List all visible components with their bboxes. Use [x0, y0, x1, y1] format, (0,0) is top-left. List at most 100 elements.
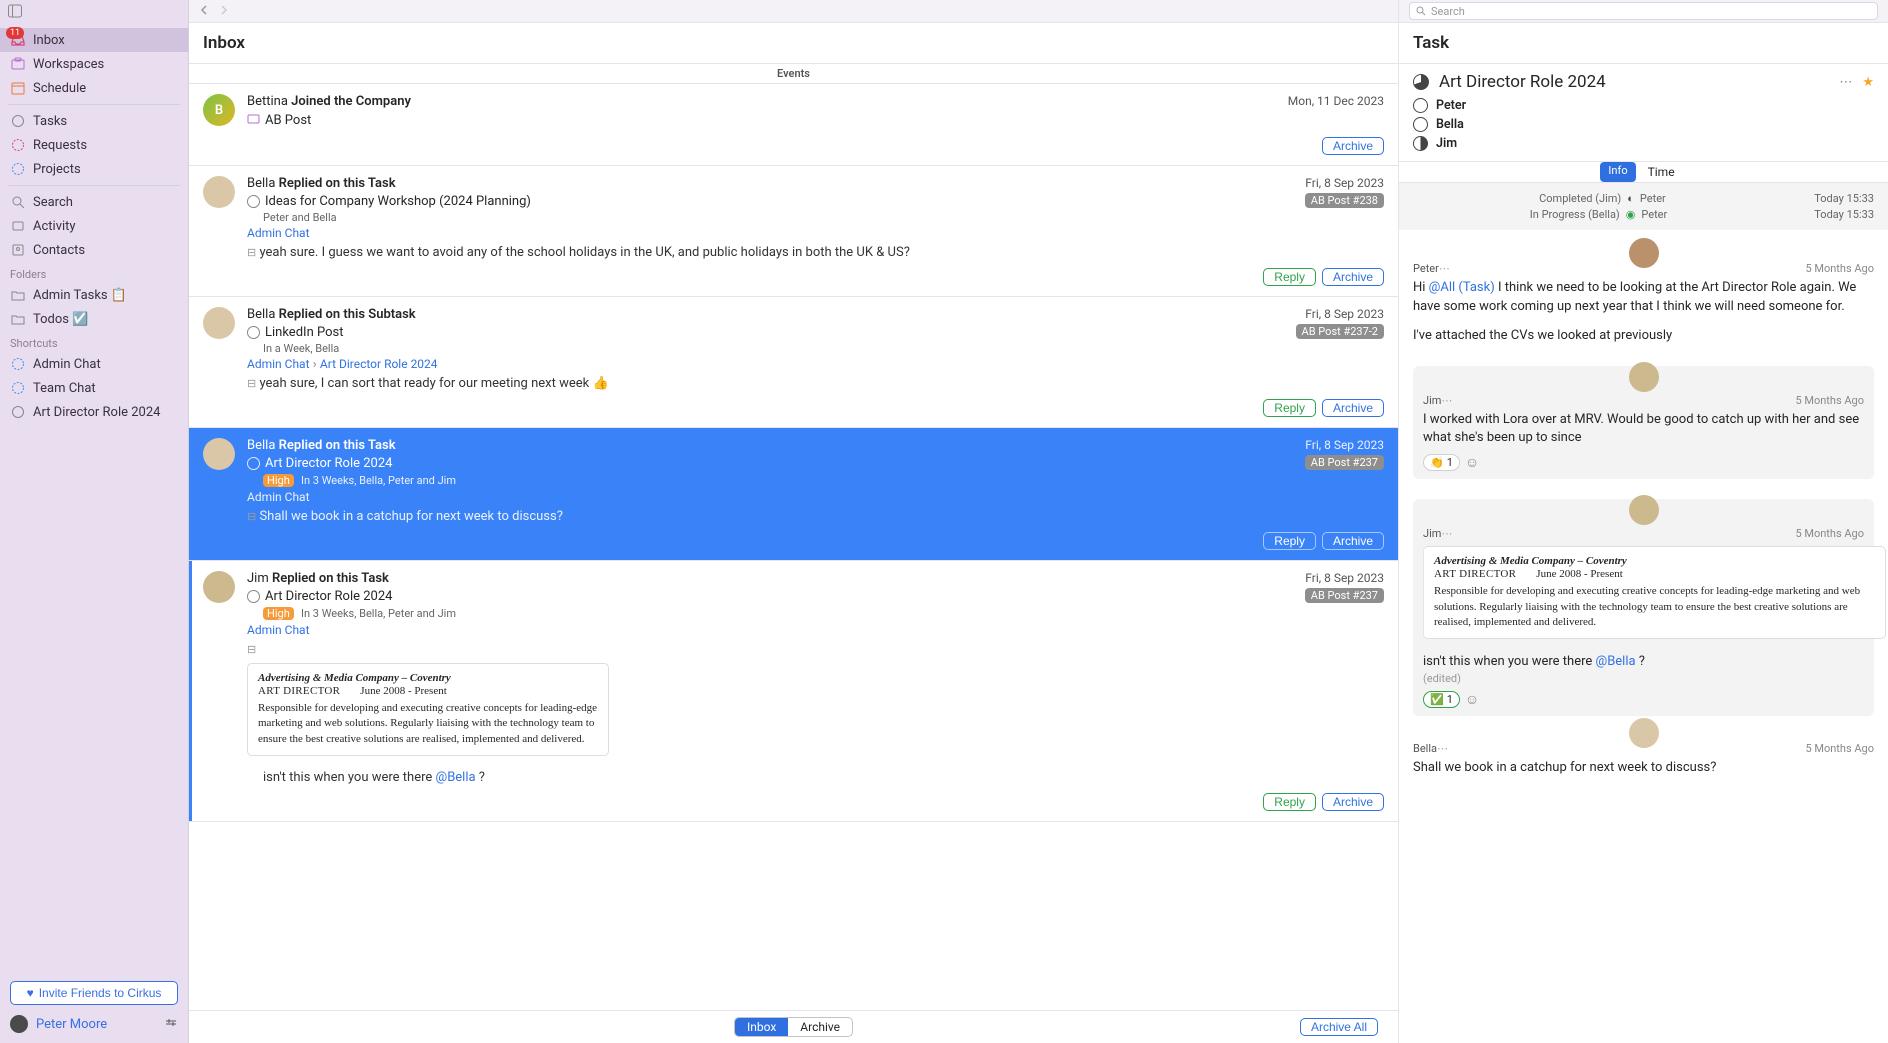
- seg-inbox[interactable]: Inbox: [735, 1018, 788, 1036]
- message-author: Jim: [1423, 527, 1441, 540]
- archive-button[interactable]: Archive: [1322, 137, 1384, 155]
- archive-button[interactable]: Archive: [1322, 532, 1384, 550]
- center-topbar: [189, 0, 1398, 23]
- add-reaction-button[interactable]: ☺: [1465, 691, 1479, 708]
- archive-button[interactable]: Archive: [1322, 399, 1384, 417]
- message-body: yeah sure, I can sort that ready for our…: [259, 376, 608, 391]
- event-item[interactable]: B Bettina Joined the Company Mon, 11 Dec…: [189, 84, 1398, 166]
- assignee-name: Peter: [1436, 98, 1466, 113]
- mention[interactable]: @Bella: [436, 770, 476, 785]
- assignee-row[interactable]: Jim: [1413, 136, 1874, 151]
- task-icon: [10, 405, 25, 420]
- sidebar-label-contacts: Contacts: [33, 243, 178, 258]
- archive-all-button[interactable]: Archive All: [1300, 1018, 1378, 1036]
- sidebar-item-activity[interactable]: Activity: [0, 214, 188, 238]
- event-date: Fri, 8 Sep 2023: [1305, 307, 1384, 321]
- add-reaction-button[interactable]: ☺: [1465, 454, 1479, 471]
- status-time: Today 15:33: [1667, 208, 1874, 221]
- assignee-status-icon: [1413, 136, 1428, 151]
- message-body: isn't this when you were there @Bella ?: [1423, 653, 1864, 672]
- folder-todos[interactable]: Todos ☑️: [0, 307, 188, 331]
- folder-label: Todos ☑️: [33, 312, 178, 327]
- reference-badge: AB Post #237-2: [1296, 324, 1384, 339]
- search-input[interactable]: Search: [1409, 2, 1878, 20]
- breadcrumb-link[interactable]: Art Director Role 2024: [320, 357, 438, 371]
- breadcrumb-link[interactable]: Admin Chat: [247, 226, 310, 240]
- nav-back-button[interactable]: [199, 4, 209, 19]
- tab-info[interactable]: Info: [1600, 162, 1635, 182]
- shortcut-admin-chat[interactable]: Admin Chat: [0, 352, 188, 376]
- event-date: Fri, 8 Sep 2023: [1305, 571, 1384, 585]
- reaction[interactable]: 👏 1: [1423, 454, 1460, 471]
- message-menu-button[interactable]: ⋯: [1441, 394, 1452, 407]
- settings-icon[interactable]: [164, 1015, 178, 1033]
- mention[interactable]: @All (Task): [1429, 280, 1495, 295]
- archive-button[interactable]: Archive: [1322, 268, 1384, 286]
- events-header: Events: [189, 64, 1398, 84]
- mention[interactable]: @Bella: [1596, 654, 1636, 669]
- event-feed[interactable]: B Bettina Joined the Company Mon, 11 Dec…: [189, 84, 1398, 1010]
- shortcut-team-chat[interactable]: Team Chat: [0, 376, 188, 400]
- breadcrumb-link[interactable]: Admin Chat: [247, 623, 310, 637]
- message-menu-button[interactable]: ⋯: [1441, 527, 1452, 540]
- reply-button[interactable]: Reply: [1263, 399, 1316, 417]
- breadcrumb-link[interactable]: Admin Chat: [247, 357, 310, 371]
- attachment-preview: Advertising & Media Company – Coventry A…: [247, 663, 609, 756]
- reply-button[interactable]: Reply: [1263, 532, 1316, 550]
- message-time: 5 Months Ago: [1795, 394, 1864, 407]
- avatar: B: [203, 94, 235, 126]
- sidebar-item-schedule[interactable]: Schedule: [0, 76, 188, 100]
- event-item[interactable]: Bella Replied on this Subtask Fri, 8 Sep…: [189, 297, 1398, 428]
- sidebar-item-workspaces[interactable]: Workspaces: [0, 52, 188, 76]
- event-item-selected[interactable]: Bella Replied on this Task Fri, 8 Sep 20…: [189, 428, 1398, 561]
- event-item[interactable]: Bella Replied on this Task Fri, 8 Sep 20…: [189, 166, 1398, 297]
- quote-icon: ⊟: [247, 643, 256, 656]
- folder-admin-tasks[interactable]: Admin Tasks 📋: [0, 283, 188, 307]
- message-body: isn't this when you were there: [263, 770, 436, 785]
- progress-icon: [1413, 74, 1429, 90]
- nav-forward-button[interactable]: [219, 4, 229, 19]
- search-icon: [1416, 6, 1426, 16]
- search-icon: [10, 195, 25, 210]
- reply-button[interactable]: Reply: [1263, 268, 1316, 286]
- avatar: [1629, 495, 1659, 525]
- avatar: [1629, 718, 1659, 748]
- sidebar-item-inbox[interactable]: 11 Inbox: [0, 28, 188, 52]
- message-thread[interactable]: Peter ⋯ 5 Months Ago Hi @All (Task) I th…: [1399, 230, 1888, 1043]
- status-who: Peter: [1640, 192, 1666, 205]
- center-column: Inbox Events B Bettina Joined the Compan…: [189, 0, 1398, 1043]
- more-menu-button[interactable]: ⋯: [1839, 75, 1852, 90]
- tab-time[interactable]: Time: [1636, 162, 1687, 182]
- message-author: Peter: [1413, 262, 1439, 275]
- archive-button[interactable]: Archive: [1322, 793, 1384, 811]
- reply-button[interactable]: Reply: [1263, 793, 1316, 811]
- view-segmented-control[interactable]: Inbox Archive: [734, 1017, 853, 1037]
- task-name: Art Director Role 2024: [265, 456, 392, 471]
- event-item[interactable]: Jim Replied on this Task Fri, 8 Sep 2023…: [189, 561, 1398, 822]
- folder-icon: [10, 288, 25, 303]
- sidebar-item-tasks[interactable]: Tasks: [0, 109, 188, 133]
- panel-toggle-icon[interactable]: [8, 4, 22, 18]
- seg-archive[interactable]: Archive: [788, 1018, 852, 1036]
- message-menu-button[interactable]: ⋯: [1437, 742, 1448, 755]
- current-user[interactable]: Peter Moore: [10, 1015, 178, 1033]
- assignee-row[interactable]: Bella: [1413, 117, 1874, 132]
- reaction[interactable]: ✅ 1: [1423, 691, 1460, 708]
- sidebar-label-projects: Projects: [33, 162, 178, 177]
- right-panel: Search Task Art Director Role 2024 ⋯ ★ P…: [1398, 0, 1888, 1043]
- sidebar-item-projects[interactable]: Projects: [0, 157, 188, 181]
- attachment-preview: Advertising & Media Company – Coventry A…: [1423, 546, 1886, 639]
- star-icon[interactable]: ★: [1862, 75, 1874, 90]
- sidebar-item-contacts[interactable]: Contacts: [0, 238, 188, 262]
- sidebar-item-requests[interactable]: Requests: [0, 133, 188, 157]
- invite-button[interactable]: ♥ Invite Friends to Cirkus: [10, 981, 178, 1005]
- workspace-icon: [247, 112, 260, 129]
- sidebar-label-requests: Requests: [33, 138, 178, 153]
- sidebar-item-search[interactable]: Search: [0, 190, 188, 214]
- breadcrumb-link[interactable]: Admin Chat: [247, 490, 310, 504]
- project-icon: [10, 381, 25, 396]
- message-menu-button[interactable]: ⋯: [1439, 262, 1450, 275]
- shortcut-art-director[interactable]: Art Director Role 2024: [0, 400, 188, 424]
- assignee-row[interactable]: Peter: [1413, 98, 1874, 113]
- heart-icon: ♥: [27, 986, 34, 1000]
